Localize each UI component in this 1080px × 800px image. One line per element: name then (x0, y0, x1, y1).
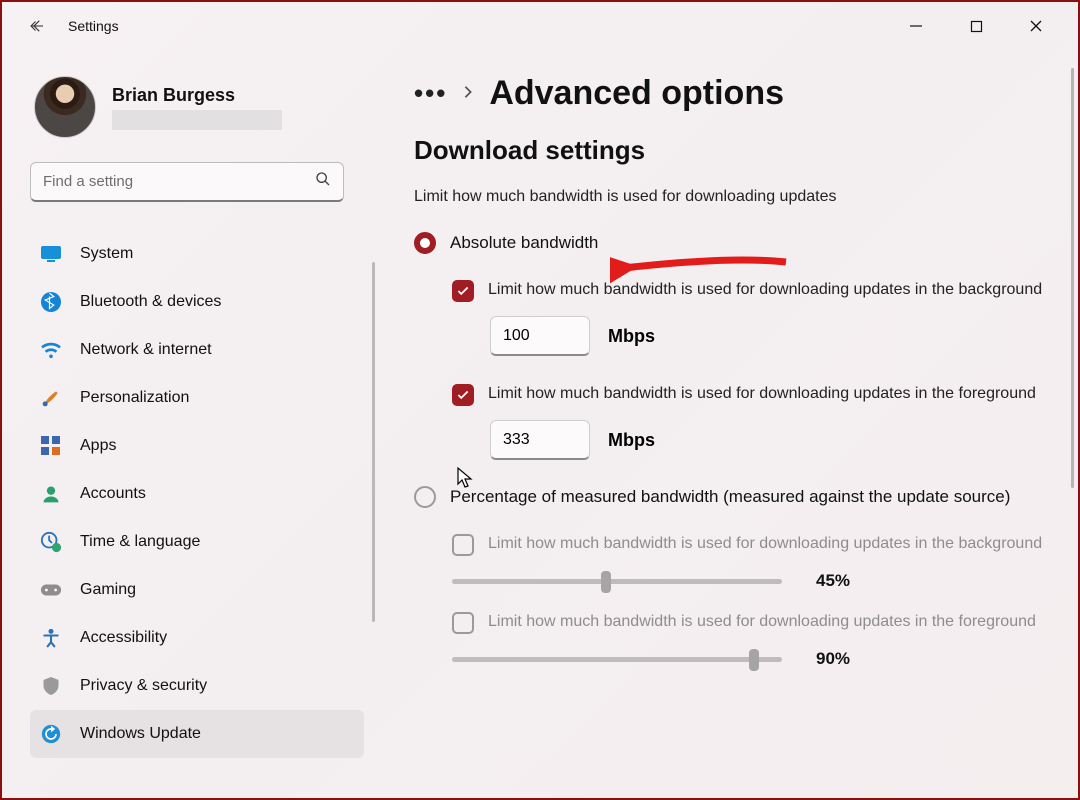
checkbox-label: Limit how much bandwidth is used for dow… (488, 382, 1036, 405)
update-icon (40, 723, 62, 745)
sidebar: Brian Burgess System (2, 50, 372, 798)
main-content: ••• Advanced options Download settings L… (372, 50, 1078, 798)
checkbox-limit-background[interactable]: Limit how much bandwidth is used for dow… (452, 278, 1048, 302)
sidebar-item-label: Privacy & security (80, 677, 207, 695)
shield-icon (40, 675, 62, 697)
apps-icon (40, 435, 62, 457)
section-title: Download settings (414, 135, 1048, 166)
sidebar-item-label: Network & internet (80, 341, 212, 359)
sidebar-item-label: Time & language (80, 533, 200, 551)
checkbox-checked-icon (452, 280, 474, 302)
foreground-bandwidth-input[interactable] (490, 420, 590, 460)
foreground-pct-slider (452, 648, 782, 670)
sidebar-item-network[interactable]: Network & internet (30, 326, 364, 374)
unit-label: Mbps (608, 326, 655, 347)
radio-label: Absolute bandwidth (450, 233, 598, 253)
accessibility-icon (40, 627, 62, 649)
sidebar-item-accessibility[interactable]: Accessibility (30, 614, 364, 662)
close-button[interactable] (1022, 12, 1050, 40)
background-bandwidth-input[interactable] (490, 316, 590, 356)
sidebar-item-label: Bluetooth & devices (80, 293, 221, 311)
search-box[interactable] (30, 162, 344, 202)
profile-name: Brian Burgess (112, 85, 282, 106)
checkbox-unchecked-icon (452, 534, 474, 556)
bluetooth-icon (40, 291, 62, 313)
profile-email-redacted (112, 110, 282, 130)
main-scrollbar[interactable] (1071, 68, 1074, 488)
nav-list: System Bluetooth & devices Network & int… (30, 230, 372, 758)
background-pct-value: 45% (816, 571, 850, 591)
titlebar: Settings (2, 2, 1078, 50)
maximize-button[interactable] (962, 12, 990, 40)
checkbox-unchecked-icon (452, 612, 474, 634)
person-icon (40, 483, 62, 505)
checkbox-label: Limit how much bandwidth is used for dow… (488, 532, 1042, 555)
checkbox-checked-icon (452, 384, 474, 406)
radio-label: Percentage of measured bandwidth (measur… (450, 487, 1010, 507)
profile-block[interactable]: Brian Burgess (30, 70, 372, 156)
background-pct-slider (452, 570, 782, 592)
system-icon (40, 243, 62, 265)
breadcrumb-ellipsis[interactable]: ••• (414, 78, 447, 109)
wifi-icon (40, 339, 62, 361)
radio-icon-unselected (414, 486, 436, 508)
sidebar-item-label: System (80, 245, 133, 263)
sidebar-item-label: Windows Update (80, 725, 201, 743)
sidebar-item-windows-update[interactable]: Windows Update (30, 710, 364, 758)
sidebar-item-personalization[interactable]: Personalization (30, 374, 364, 422)
gamepad-icon (40, 579, 62, 601)
app-title: Settings (68, 18, 119, 34)
sidebar-item-accounts[interactable]: Accounts (30, 470, 364, 518)
section-subtitle: Limit how much bandwidth is used for dow… (414, 188, 1048, 206)
minimize-button[interactable] (902, 12, 930, 40)
sidebar-item-bluetooth[interactable]: Bluetooth & devices (30, 278, 364, 326)
chevron-right-icon (463, 83, 473, 104)
checkbox-limit-background-pct: Limit how much bandwidth is used for dow… (452, 532, 1048, 556)
breadcrumb: ••• Advanced options (414, 74, 1048, 113)
checkbox-limit-foreground-pct: Limit how much bandwidth is used for dow… (452, 610, 1048, 634)
sidebar-item-label: Accounts (80, 485, 146, 503)
sidebar-item-time-language[interactable]: Time & language (30, 518, 364, 566)
checkbox-limit-foreground[interactable]: Limit how much bandwidth is used for dow… (452, 382, 1048, 406)
sidebar-item-system[interactable]: System (30, 230, 364, 278)
back-button[interactable] (20, 9, 54, 43)
sidebar-item-apps[interactable]: Apps (30, 422, 364, 470)
sidebar-item-label: Gaming (80, 581, 136, 599)
radio-icon-selected (414, 232, 436, 254)
sidebar-item-label: Accessibility (80, 629, 167, 647)
avatar (34, 76, 96, 138)
unit-label: Mbps (608, 430, 655, 451)
sidebar-item-label: Personalization (80, 389, 189, 407)
radio-percentage-bandwidth[interactable]: Percentage of measured bandwidth (measur… (414, 486, 1048, 508)
search-input[interactable] (43, 173, 315, 190)
page-title: Advanced options (489, 74, 784, 113)
foreground-pct-value: 90% (816, 649, 850, 669)
radio-absolute-bandwidth[interactable]: Absolute bandwidth (414, 232, 1048, 254)
search-icon (315, 171, 331, 192)
checkbox-label: Limit how much bandwidth is used for dow… (488, 610, 1036, 633)
paintbrush-icon (40, 387, 62, 409)
sidebar-item-gaming[interactable]: Gaming (30, 566, 364, 614)
sidebar-item-label: Apps (80, 437, 116, 455)
clock-globe-icon (40, 531, 62, 553)
sidebar-item-privacy[interactable]: Privacy & security (30, 662, 364, 710)
checkbox-label: Limit how much bandwidth is used for dow… (488, 278, 1042, 301)
